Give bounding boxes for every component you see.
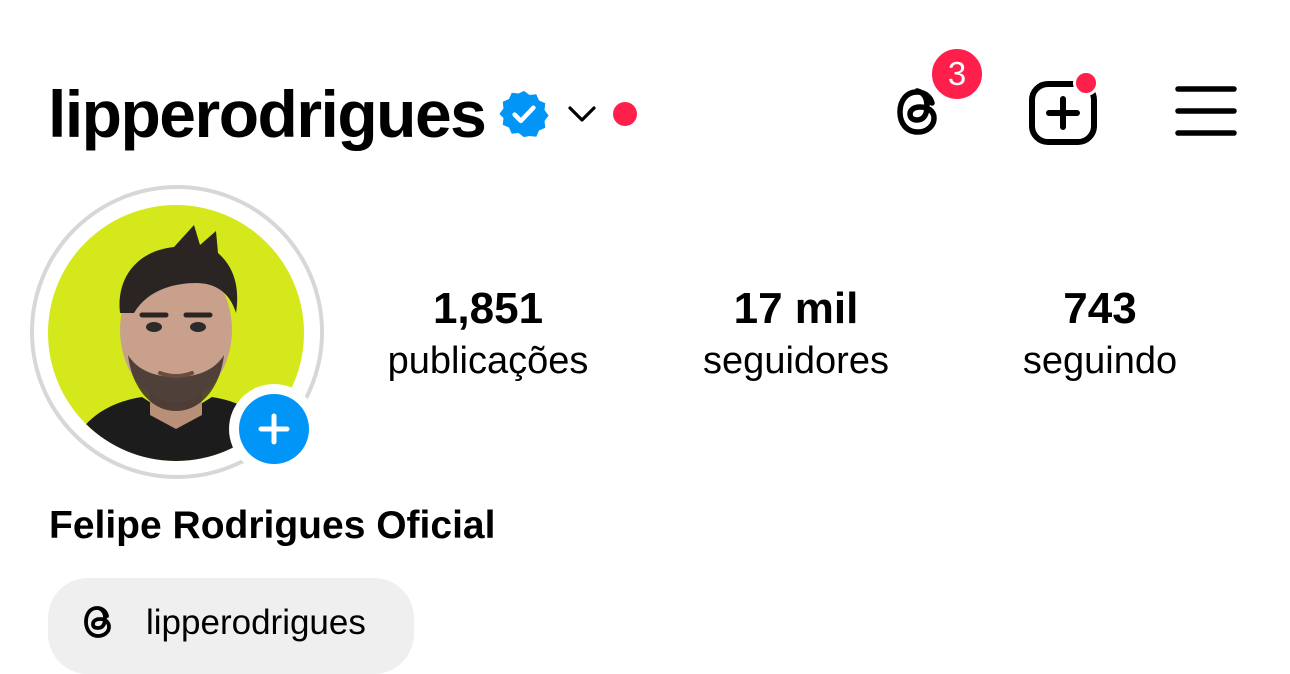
create-notification-dot	[1073, 70, 1099, 96]
menu-button[interactable]	[1175, 84, 1237, 138]
account-switcher[interactable]: lipperodrigues	[48, 77, 638, 151]
stat-followers[interactable]: 17 mil seguidores	[676, 282, 916, 386]
stat-posts-value: 1,851	[432, 284, 544, 333]
account-notification-dot	[613, 102, 638, 126]
stat-following-label: seguindo	[1022, 340, 1178, 382]
threads-link-label: lipperodrigues	[146, 603, 366, 642]
stat-following[interactable]: 743 seguindo	[980, 282, 1220, 386]
stat-following-value: 743	[1063, 284, 1137, 333]
profile-display-name: Felipe Rodrigues Oficial	[49, 504, 496, 547]
threads-profile-link[interactable]: lipperodrigues	[48, 578, 414, 674]
profile-username: lipperodrigues	[48, 77, 487, 151]
chevron-down-icon	[567, 102, 597, 126]
stat-posts[interactable]: 1,851 publicações	[368, 282, 608, 386]
add-story-plus-icon	[239, 394, 309, 464]
threads-badge-count: 3	[929, 46, 985, 102]
threads-icon	[78, 600, 118, 646]
stat-followers-value: 17 mil	[733, 284, 859, 333]
add-story-button[interactable]	[229, 384, 319, 474]
profile-header: lipperodrigues 3	[0, 0, 1290, 180]
stat-followers-label: seguidores	[703, 340, 889, 382]
stat-posts-label: publicações	[387, 340, 589, 382]
hamburger-menu-icon	[1175, 86, 1237, 136]
verified-badge-icon	[499, 89, 550, 139]
